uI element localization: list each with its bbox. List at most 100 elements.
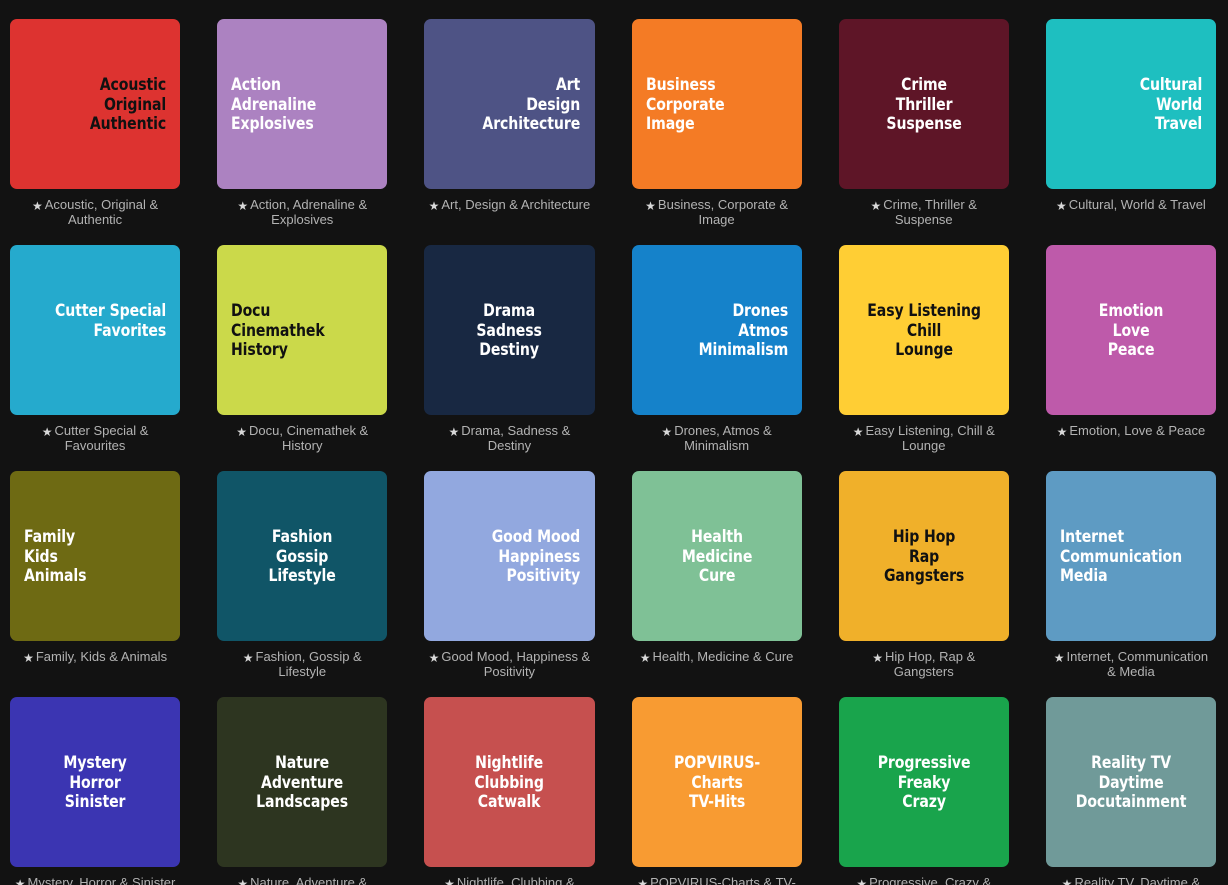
genre-caption[interactable]: ★ Action, Adrenaline & Explosives [217,197,387,227]
genre-card[interactable]: Internet Communication Media [1045,471,1216,641]
genre-card[interactable]: Family Kids Animals [10,471,181,641]
genre-card[interactable]: Mystery Horror Sinister [10,697,181,867]
star-icon[interactable]: ★ [429,651,440,665]
genre-caption-label: Drama, Sadness & Destiny [461,423,571,453]
genre-caption[interactable]: ★ Drones, Atmos & Minimalism [632,423,802,453]
genre-caption-label: Action, Adrenaline & Explosives [250,197,368,227]
genre-caption[interactable]: ★ Emotion, Love & Peace [1046,423,1216,439]
genre-caption[interactable]: ★Nightlife, Clubbing & Catwalk [424,875,594,885]
star-icon[interactable]: ★ [1054,651,1065,665]
genre-caption[interactable]: ★ Acoustic, Original & Authentic [10,197,180,227]
genre-card[interactable]: Good Mood Happiness Positivity [424,471,595,641]
star-icon[interactable]: ★ [1062,877,1073,885]
star-icon[interactable]: ★ [429,199,440,213]
genre-card[interactable]: Business Corporate Image [631,19,802,189]
star-icon[interactable]: ★ [236,425,247,439]
genre-cell: Business Corporate Image ★ Business, Corpo… [631,19,802,227]
star-icon[interactable]: ★ [1056,199,1067,213]
genre-cell: Cultural World Travel ★ Cultural, World & … [1045,19,1216,227]
genre-cell: Good Mood Happiness Positivity ★ Good Mood… [424,471,595,679]
genre-caption[interactable]: ★ Crime, Thriller & Suspense [839,197,1009,227]
star-icon[interactable]: ★ [444,877,455,885]
genre-card-title: Nature Adventure Landscapes [256,753,349,812]
genre-caption[interactable]: ★ Drama, Sadness & Destiny [424,423,594,453]
genre-caption[interactable]: ★ Docu, Cinemathek & History [217,423,387,453]
star-icon[interactable]: ★ [23,651,34,665]
genre-card-title: Internet Communication Media [1059,527,1182,586]
genre-card[interactable]: POPVIRUS-Charts TV-Hits [631,697,802,867]
genre-caption[interactable]: ★Progressive, Crazy & Freaky [839,875,1009,885]
genre-caption[interactable]: ★ Easy Listening, Chill & Lounge [839,423,1009,453]
genre-cell: Health Medicine Cure ★ Health, Medicine & … [631,471,802,679]
genre-cell: Drama Sadness Destiny ★ Drama, Sadness & D… [424,245,595,453]
genre-card[interactable]: Health Medicine Cure [631,471,802,641]
genre-caption[interactable]: ★ Family, Kids & Animals [10,649,180,665]
genre-card[interactable]: Crime Thriller Suspense [838,19,1009,189]
genre-caption-label: Acoustic, Original & Authentic [44,197,159,227]
genre-card-title: Easy Listening Chill Lounge [866,301,981,360]
star-icon[interactable]: ★ [237,199,248,213]
star-icon[interactable]: ★ [645,199,656,213]
genre-cell: Progressive Freaky Crazy ★ Progressive, Cr… [838,697,1009,885]
genre-caption[interactable]: ★ Business, Corporate & Image [632,197,802,227]
genre-card[interactable]: Docu Cinemathek History [217,245,388,415]
genre-card[interactable]: Emotion Love Peace [1045,245,1216,415]
genre-card[interactable]: Action Adrenaline Explosives [217,19,388,189]
genre-card-title: POPVIRUS-Charts TV-Hits [673,753,760,812]
genre-caption[interactable]: ★ Good Mood, Happiness & Positivity [424,649,594,679]
genre-card-title: Crime Thriller Suspense [886,75,962,134]
genre-card[interactable]: Fashion Gossip Lifestyle [217,471,388,641]
genre-card-title: Hip Hop Rap Gangsters [883,527,964,586]
star-icon[interactable]: ★ [640,651,651,665]
genre-cell: Nature Adventure Landscapes ★ Nature, Adve… [217,697,388,885]
genre-card[interactable]: Art Design Architecture [424,19,595,189]
genre-caption[interactable]: ★ Art, Design & Architecture [424,197,594,213]
star-icon[interactable]: ★ [871,199,882,213]
genre-card[interactable]: Drama Sadness Destiny [424,245,595,415]
genre-caption-label: Nature, Adventure & Landscapes [250,875,368,885]
genre-cell: Action Adrenaline Explosives ★ Action, Adr… [217,19,388,227]
genre-cell: Hip Hop Rap Gangsters ★ Hip Hop, Rap & Gan… [838,471,1009,679]
genre-caption[interactable]: ★ Mystery, Horror & Sinister [10,875,180,885]
genre-card-title: Progressive Freaky Crazy [877,753,971,812]
star-icon[interactable]: ★ [872,651,883,665]
genre-cell: Art Design Architecture ★ Art, Design & Ar… [424,19,595,227]
genre-caption[interactable]: ★ Cultural, World & Travel [1046,197,1216,213]
genre-caption[interactable]: ★Nature, Adventure & Landscapes [217,875,387,885]
genre-caption[interactable]: ★ Internet, Communication & Media [1046,649,1216,679]
genre-caption-label: Art, Design & Architecture [441,197,591,212]
genre-caption[interactable]: ★ Fashion, Gossip & Lifestyle [217,649,387,679]
genre-caption[interactable]: ★POPVIRUS-Charts & TV-Hits [632,875,802,885]
genre-card[interactable]: Reality TV Daytime Docutainment [1045,697,1216,867]
star-icon[interactable]: ★ [448,425,459,439]
star-icon[interactable]: ★ [42,425,53,439]
genre-card-title: Family Kids Animals [24,527,87,586]
genre-card[interactable]: Cutter Special Favorites [10,245,181,415]
genre-card[interactable]: Hip Hop Rap Gangsters [838,471,1009,641]
genre-caption[interactable]: ★Reality TV, Daytime & Docutainment [1046,875,1216,885]
genre-card[interactable]: Drones Atmos Minimalism [631,245,802,415]
star-icon[interactable]: ★ [856,877,867,885]
genre-caption[interactable]: ★ Health, Medicine & Cure [632,649,802,665]
star-icon[interactable]: ★ [661,425,672,439]
genre-cell: Family Kids Animals ★ Family, Kids & Anima… [10,471,181,679]
genre-card[interactable]: Nature Adventure Landscapes [217,697,388,867]
genre-cell: Drones Atmos Minimalism ★ Drones, Atmos & … [631,245,802,453]
star-icon[interactable]: ★ [243,651,254,665]
star-icon[interactable]: ★ [1057,425,1068,439]
genre-card[interactable]: Easy Listening Chill Lounge [838,245,1009,415]
star-icon[interactable]: ★ [637,877,648,885]
star-icon[interactable]: ★ [15,877,26,885]
genre-cell: POPVIRUS-Charts TV-Hits ★ POPVIRUS-Charts … [631,697,802,885]
genre-card[interactable]: Nightlife Clubbing Catwalk [424,697,595,867]
star-icon[interactable]: ★ [237,877,248,885]
genre-card[interactable]: Progressive Freaky Crazy [838,697,1009,867]
star-icon[interactable]: ★ [32,199,43,213]
genre-card[interactable]: Cultural World Travel [1045,19,1216,189]
genre-card[interactable]: Acoustic Original Authentic [10,19,181,189]
genre-caption[interactable]: ★ Hip Hop, Rap & Gangsters [839,649,1009,679]
genre-caption-label: Easy Listening, Chill & Lounge [865,423,995,453]
genre-card-title: Docu Cinemathek History [231,301,325,360]
genre-caption[interactable]: ★ Cutter Special & Favourites [10,423,180,453]
star-icon[interactable]: ★ [853,425,864,439]
